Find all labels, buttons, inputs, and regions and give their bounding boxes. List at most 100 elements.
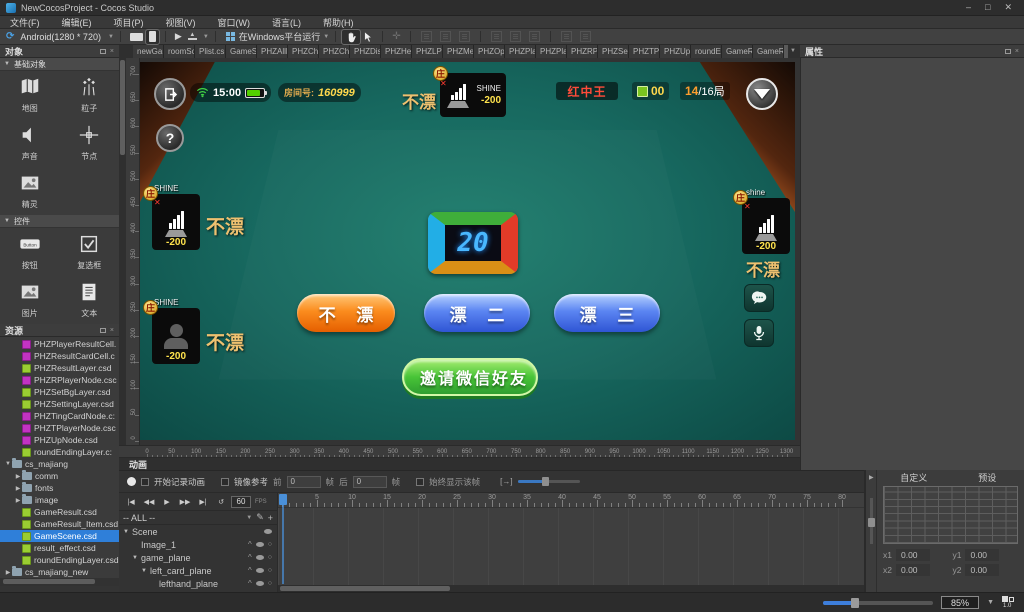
run-platform-selector[interactable]: 在Windows平台运行: [239, 30, 321, 43]
menu-item-5[interactable]: 语言(L): [272, 16, 301, 29]
add-animation-icon[interactable]: +: [268, 513, 273, 523]
visibility-icon[interactable]: [256, 581, 264, 586]
palette-item-map[interactable]: 地图: [0, 71, 60, 119]
fps-input[interactable]: 60: [231, 496, 251, 508]
edit-animation-icon[interactable]: ✎: [256, 512, 264, 523]
tree-item-16[interactable]: GameScene.csd: [0, 530, 119, 542]
float-panel-icon[interactable]: [100, 49, 106, 54]
float-panel-icon[interactable]: [1005, 49, 1011, 54]
timeline-track-Scene[interactable]: ▼Scene: [119, 525, 277, 538]
scene-canvas[interactable]: ? 15:00 房间号: 160999 不漂 ✕ SHINE: [140, 58, 800, 445]
timeline-track-Image_1[interactable]: Image_1^○: [119, 538, 277, 551]
document-tab-10[interactable]: PHZMe: [443, 45, 474, 58]
play-button[interactable]: ▶: [172, 30, 185, 44]
menu-item-3[interactable]: 视图(V): [166, 16, 196, 29]
menu-item-4[interactable]: 窗口(W): [218, 16, 251, 29]
rotate-device-icon[interactable]: ⟳: [6, 31, 14, 42]
help-button[interactable]: ?: [156, 124, 184, 152]
document-tab-15[interactable]: PHZSet: [598, 45, 629, 58]
close-button[interactable]: ✕: [1004, 2, 1012, 13]
chat-button[interactable]: [744, 284, 774, 312]
portrait-orientation-button[interactable]: [146, 30, 159, 44]
document-tab-6[interactable]: PHZChi: [319, 45, 350, 58]
palette-item-node[interactable]: 节点: [60, 119, 120, 167]
flip-vertical-icon[interactable]: [510, 31, 521, 42]
document-tab-9[interactable]: PHZLPl: [412, 45, 443, 58]
close-panel-icon[interactable]: ×: [1015, 48, 1019, 55]
timeline[interactable]: 05101520253035404550556065707580: [278, 493, 864, 592]
close-panel-icon[interactable]: ×: [110, 327, 114, 334]
canvas-vertical-scrollbar[interactable]: [119, 58, 126, 445]
tree-item-14[interactable]: GameResult.csd: [0, 506, 119, 518]
tree-expand-icon[interactable]: ▶: [14, 473, 22, 480]
zoom-level-input[interactable]: 85%: [941, 596, 979, 609]
landscape-orientation-button[interactable]: [127, 30, 146, 44]
filter-dropdown-arrow-icon[interactable]: ▼: [246, 515, 252, 521]
document-tab-0[interactable]: newGar: [133, 45, 164, 58]
tree-item-3[interactable]: PHZRPlayerNode.csc: [0, 374, 119, 386]
publish-button[interactable]: ▲: [185, 30, 200, 44]
tree-item-9[interactable]: roundEndingLayer.c:: [0, 446, 119, 458]
playhead[interactable]: [279, 494, 287, 505]
lock-icon[interactable]: ○: [268, 554, 272, 561]
tree-expand-icon[interactable]: ▶: [14, 497, 22, 504]
tree-item-5[interactable]: PHZSettingLayer.csd: [0, 398, 119, 410]
tree-expand-icon[interactable]: ▼: [123, 529, 132, 535]
tree-expand-icon[interactable]: ▼: [141, 568, 150, 574]
go-first-frame-button[interactable]: |◀: [123, 498, 139, 506]
document-tab-13[interactable]: PHZPla: [536, 45, 567, 58]
maximize-button[interactable]: □: [985, 2, 990, 13]
document-tab-19[interactable]: GameRe: [722, 45, 753, 58]
device-dropdown-arrow-icon[interactable]: ▼: [108, 34, 114, 40]
document-tab-12[interactable]: PHZPla: [505, 45, 536, 58]
select-tool-button[interactable]: [360, 30, 376, 44]
collapse-panel-icon[interactable]: ▶: [869, 474, 874, 481]
timeline-track-game_plane[interactable]: ▼game_plane^○: [119, 551, 277, 564]
menu-item-6[interactable]: 帮助(H): [323, 16, 354, 29]
move-up-icon[interactable]: ^: [248, 581, 252, 586]
copy-icon[interactable]: [421, 31, 432, 42]
document-tab-14[interactable]: PHZRPl: [567, 45, 598, 58]
document-tab-2[interactable]: Plist.cs: [195, 45, 226, 58]
flip-horizontal-icon[interactable]: [491, 31, 502, 42]
group-icon[interactable]: [561, 31, 572, 42]
record-checkbox[interactable]: [141, 478, 149, 486]
menu-item-1[interactable]: 编辑(E): [62, 16, 92, 29]
tree-expand-icon[interactable]: ▼: [4, 461, 12, 467]
lock-icon[interactable]: ○: [268, 580, 272, 587]
hand-tool-button[interactable]: [342, 30, 360, 44]
zoom-dropdown-arrow-icon[interactable]: ▼: [987, 599, 994, 606]
tree-item-10[interactable]: ▼cs_majiang: [0, 458, 119, 470]
tree-item-13[interactable]: ▶image: [0, 494, 119, 506]
document-tab-3[interactable]: GameSc: [226, 45, 257, 58]
lock-icon[interactable]: ○: [268, 541, 272, 548]
palette-item-particle[interactable]: 粒子: [60, 71, 120, 119]
tree-item-6[interactable]: PHZTingCardNode.c:: [0, 410, 119, 422]
document-tab-1[interactable]: roomSc: [164, 45, 195, 58]
section-header-1[interactable]: ▼控件: [0, 215, 119, 228]
visibility-icon[interactable]: [256, 542, 264, 547]
voice-button[interactable]: [744, 319, 774, 347]
palette-item-picture[interactable]: 图片: [0, 276, 60, 324]
section-header-0[interactable]: ▼基础对象: [0, 58, 119, 71]
tree-item-15[interactable]: GameResult_Item.csd: [0, 518, 119, 530]
tree-expand-icon[interactable]: ▼: [132, 555, 141, 561]
curve-grid[interactable]: [883, 486, 1018, 544]
move-up-icon[interactable]: ^: [248, 542, 252, 547]
palette-item-sprite[interactable]: 精灵: [0, 167, 60, 215]
move-up-icon[interactable]: ^: [248, 568, 252, 573]
tree-item-17[interactable]: result_effect.csd: [0, 542, 119, 554]
curve-field-value[interactable]: 0.00: [896, 564, 930, 576]
menu-item-2[interactable]: 项目(P): [114, 16, 144, 29]
timeline-horizontal-scrollbar[interactable]: [278, 585, 864, 592]
visibility-icon[interactable]: [264, 529, 272, 534]
run-platform-dropdown-arrow-icon[interactable]: ▼: [323, 34, 329, 40]
document-tab-5[interactable]: PHZChi: [288, 45, 319, 58]
timeline-track-lefthand_plane[interactable]: lefthand_plane^○: [119, 577, 277, 590]
document-tab-18[interactable]: roundE: [691, 45, 722, 58]
document-tab-17[interactable]: PHZUpl: [660, 45, 691, 58]
move-tool-icon[interactable]: ✛: [392, 31, 400, 42]
no-float-button[interactable]: 不 漂: [297, 294, 395, 332]
onion-range-slider[interactable]: [518, 480, 580, 483]
publish-dropdown-arrow-icon[interactable]: ▼: [203, 34, 209, 40]
